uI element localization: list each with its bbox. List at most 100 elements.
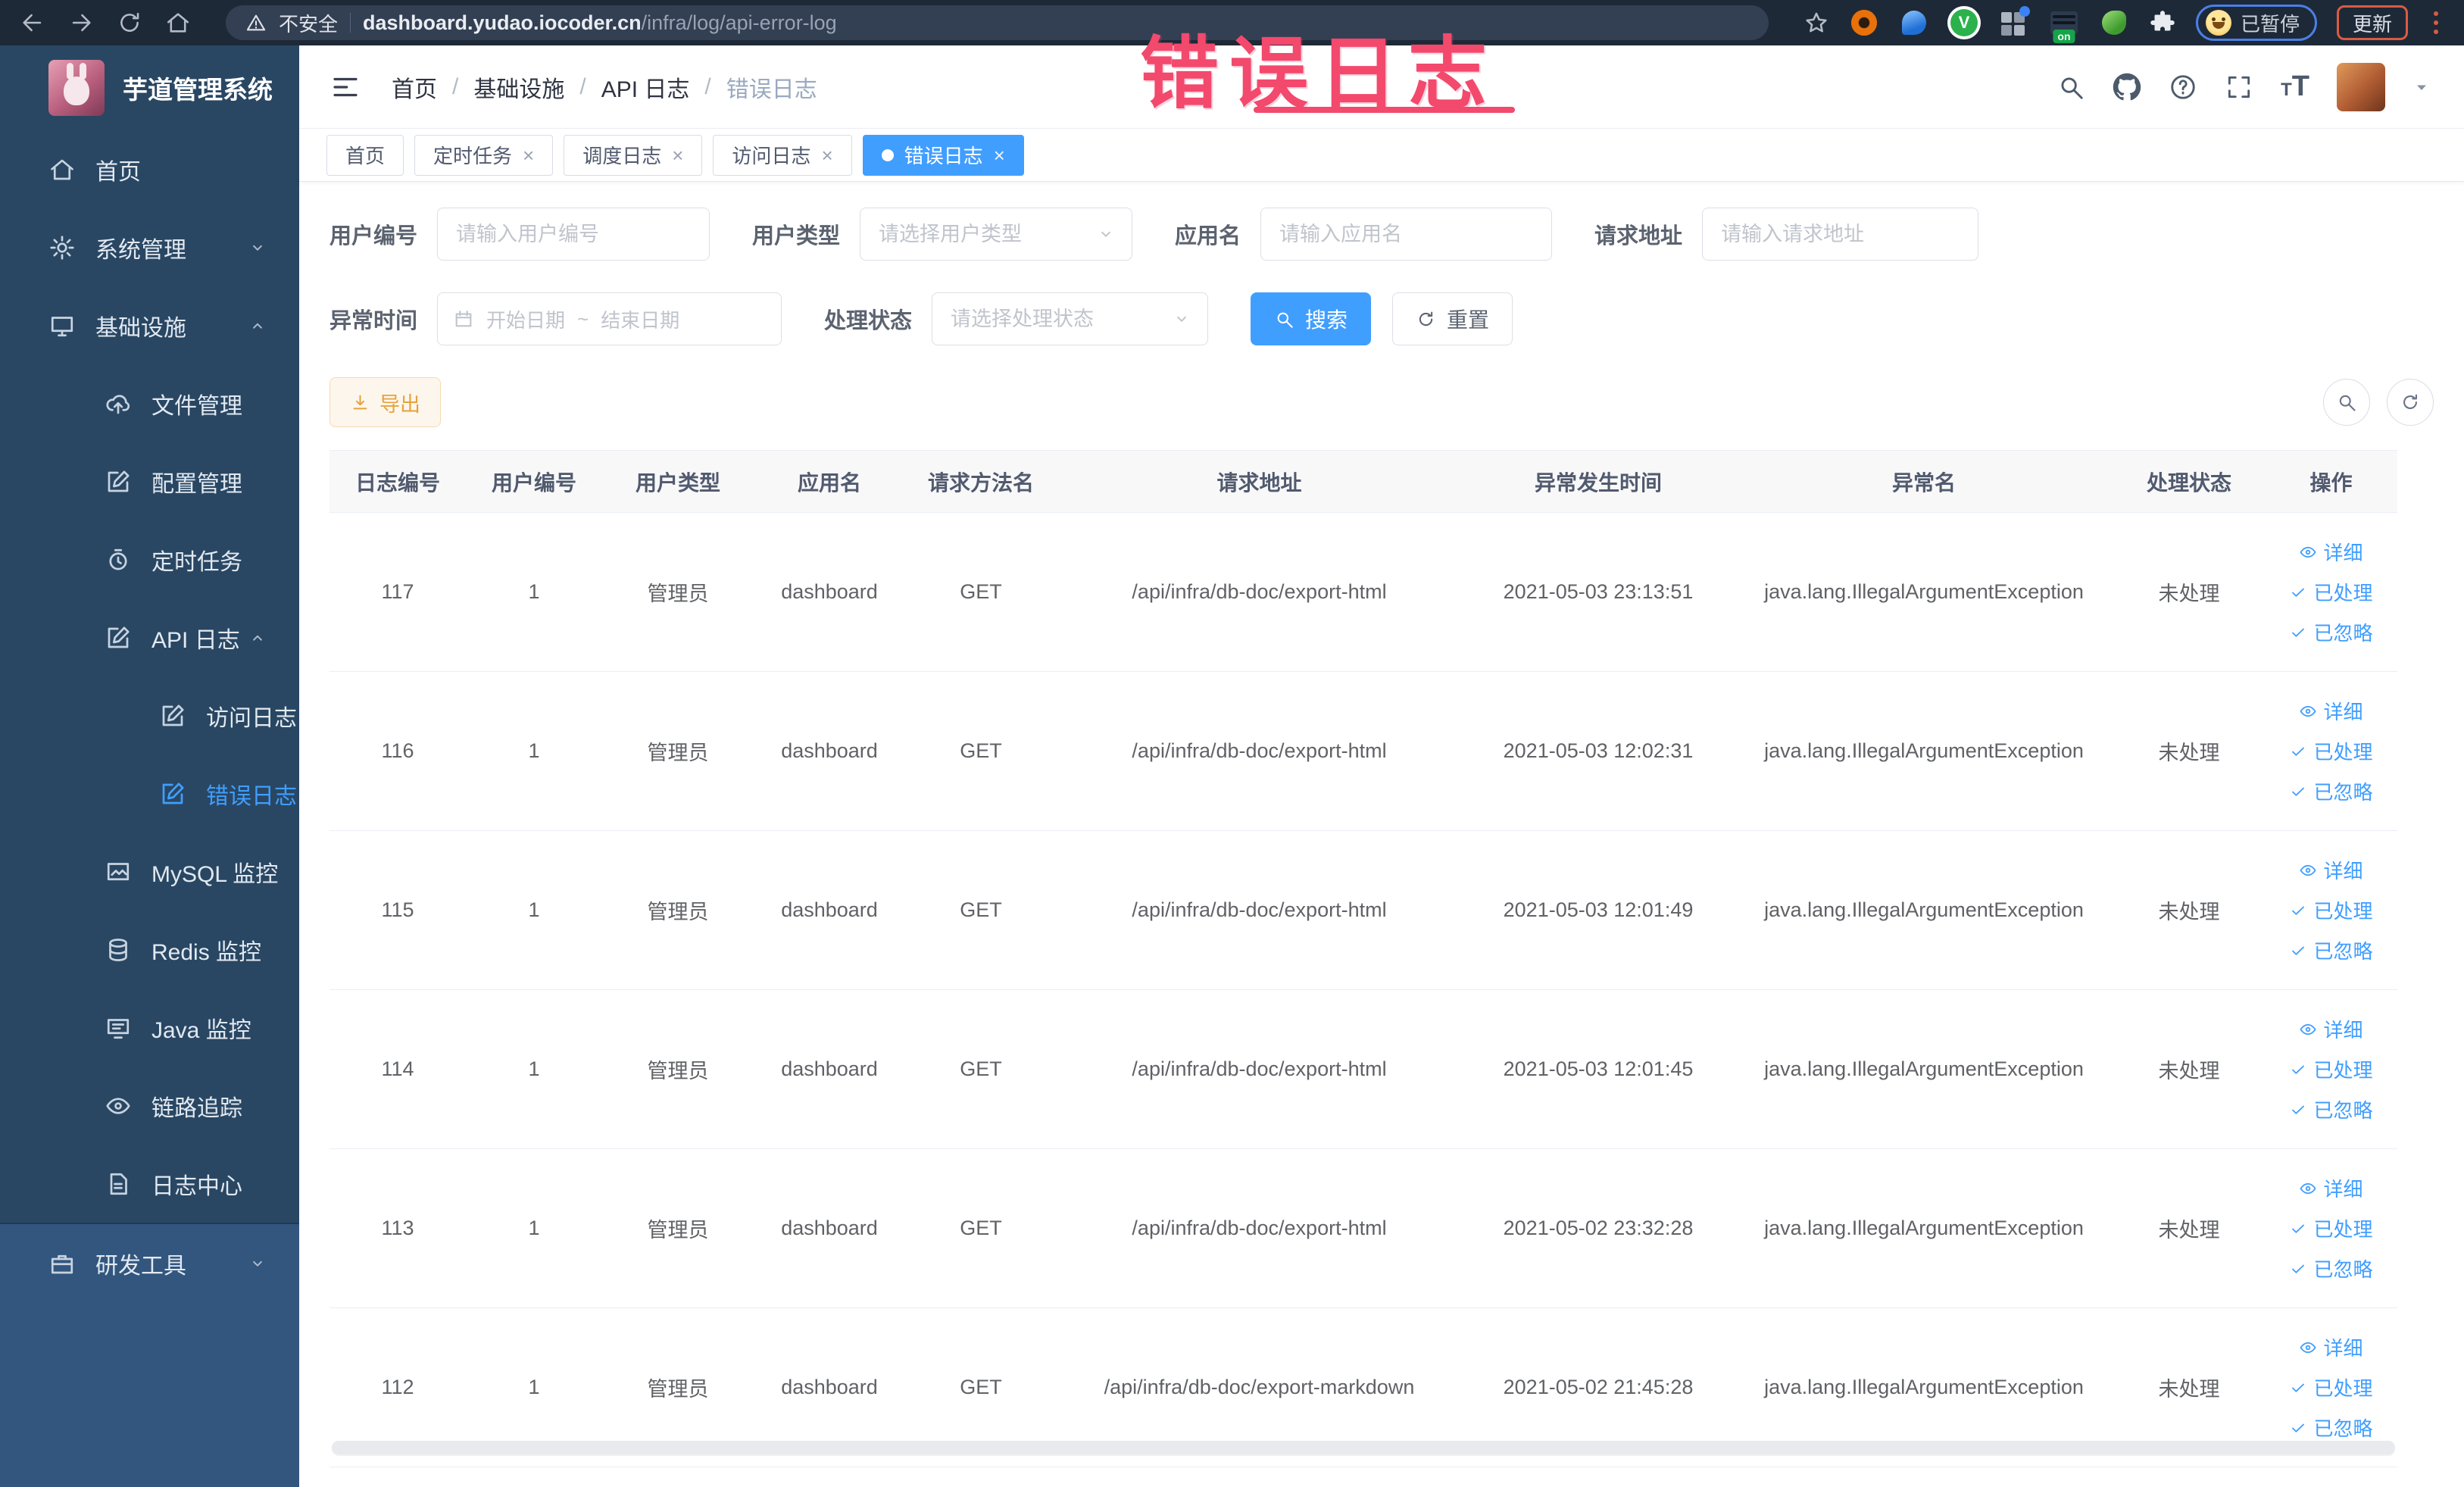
sidebar-bottom-section: 研发工具 bbox=[0, 1223, 299, 1487]
search-icon[interactable] bbox=[2056, 73, 2085, 102]
cell-actions: 详细 已处理 已忽略 bbox=[2265, 697, 2397, 805]
sidebar-collapse-icon[interactable] bbox=[329, 71, 361, 103]
browser-back-icon[interactable] bbox=[20, 10, 45, 36]
app-name-input[interactable] bbox=[1260, 208, 1553, 261]
extension-orange-icon[interactable] bbox=[1849, 8, 1879, 38]
breadcrumb-home[interactable]: 首页 bbox=[392, 70, 437, 104]
close-tab-icon[interactable]: × bbox=[523, 145, 534, 165]
url-host: dashboard.yudao.iocoder.cn bbox=[363, 11, 642, 34]
browser-menu-kebab-icon[interactable] bbox=[2428, 8, 2444, 37]
sidebar-item-日志中心[interactable]: 日志中心 bbox=[0, 1145, 299, 1223]
action-详细-link[interactable]: 详细 bbox=[2299, 1015, 2363, 1043]
sidebar-item-链路追踪[interactable]: 链路追踪 bbox=[0, 1067, 299, 1145]
sidebar-item-label: Redis 监控 bbox=[151, 939, 262, 965]
user-type-select[interactable] bbox=[860, 208, 1133, 261]
action-已处理-link[interactable]: 已处理 bbox=[2289, 578, 2373, 606]
calendar-icon bbox=[453, 308, 474, 330]
action-已处理-link[interactable]: 已处理 bbox=[2289, 1055, 2373, 1083]
sidebar-item-API 日志[interactable]: API 日志 bbox=[0, 598, 299, 676]
process-status-select[interactable] bbox=[932, 292, 1209, 345]
browser-reload-icon[interactable] bbox=[117, 10, 142, 36]
action-已忽略-link[interactable]: 已忽略 bbox=[2289, 777, 2373, 805]
github-icon[interactable] bbox=[2113, 73, 2141, 102]
action-详细-link[interactable]: 详细 bbox=[2299, 1174, 2363, 1202]
tab-定时任务[interactable]: 定时任务 × bbox=[414, 134, 554, 176]
sidebar-item-研发工具[interactable]: 研发工具 bbox=[0, 1224, 299, 1302]
cell-time: 2021-05-03 12:01:45 bbox=[1503, 1057, 1694, 1080]
cell-method: GET bbox=[960, 898, 1002, 921]
cell-app: dashboard bbox=[781, 1376, 878, 1398]
app-logo-row[interactable]: 芋道管理系统 bbox=[0, 45, 299, 130]
sidebar-item-Java 监控[interactable]: Java 监控 bbox=[0, 989, 299, 1067]
tab-首页[interactable]: 首页 bbox=[326, 134, 404, 176]
horizontal-scrollbar[interactable] bbox=[332, 1441, 2395, 1454]
export-button[interactable]: 导出 bbox=[329, 377, 441, 427]
action-详细-link[interactable]: 详细 bbox=[2299, 1333, 2363, 1361]
breadcrumb-infra[interactable]: 基础设施 bbox=[473, 70, 564, 104]
action-已忽略-link[interactable]: 已忽略 bbox=[2289, 618, 2373, 646]
check bbox=[2289, 1419, 2307, 1437]
sidebar-item-label: 配置管理 bbox=[151, 471, 242, 497]
browser-forward-icon[interactable] bbox=[68, 10, 94, 36]
request-url-input[interactable] bbox=[1702, 208, 1979, 261]
toggle-search-button[interactable] bbox=[2323, 379, 2370, 426]
sidebar-item-Redis 监控[interactable]: Redis 监控 bbox=[0, 911, 299, 989]
extensions-puzzle-icon[interactable] bbox=[2149, 9, 2176, 36]
search-button[interactable]: 搜索 bbox=[1251, 292, 1372, 345]
tab-错误日志[interactable]: 错误日志 × bbox=[862, 134, 1024, 176]
cell-id: 113 bbox=[381, 1217, 414, 1239]
fullscreen-icon[interactable] bbox=[2225, 73, 2253, 102]
user-id-input[interactable] bbox=[437, 208, 710, 261]
address-bar[interactable]: 不安全 dashboard.yudao.iocoder.cn/infra/log… bbox=[226, 5, 1769, 40]
action-已处理-link[interactable]: 已处理 bbox=[2289, 896, 2373, 924]
extension-green-leaf-icon[interactable] bbox=[2099, 8, 2129, 38]
action-已处理-link[interactable]: 已处理 bbox=[2289, 737, 2373, 765]
sidebar-item-文件管理[interactable]: 文件管理 bbox=[0, 364, 299, 442]
tab-调度日志[interactable]: 调度日志 × bbox=[564, 134, 703, 176]
close-tab-icon[interactable]: × bbox=[994, 145, 1005, 165]
check bbox=[2289, 942, 2307, 960]
extension-green-v-icon[interactable]: V bbox=[1949, 8, 1979, 38]
close-tab-icon[interactable]: × bbox=[672, 145, 683, 165]
table-row: 114 1 管理员 dashboard GET/api/infra/db-doc/exp… bbox=[329, 990, 2397, 1149]
user-menu-caret-icon[interactable] bbox=[2412, 78, 2431, 96]
exception-time-range-picker[interactable]: 开始日期 ~ 结束日期 bbox=[437, 292, 782, 345]
action-详细-link[interactable]: 详细 bbox=[2299, 856, 2363, 884]
bookmark-star-icon[interactable] bbox=[1803, 10, 1829, 36]
action-已忽略-link[interactable]: 已忽略 bbox=[2289, 1414, 2373, 1442]
sidebar-item-访问日志[interactable]: 访问日志 bbox=[0, 676, 299, 754]
profile-paused-badge[interactable]: 已暂停 bbox=[2195, 5, 2317, 41]
cell-exception: java.lang.IllegalArgumentException bbox=[1764, 1217, 2084, 1239]
reset-button[interactable]: 重置 bbox=[1392, 292, 1513, 345]
tab-访问日志[interactable]: 访问日志 × bbox=[713, 134, 852, 176]
action-已忽略-link[interactable]: 已忽略 bbox=[2289, 1254, 2373, 1282]
close-tab-icon[interactable]: × bbox=[821, 145, 832, 165]
action-已处理-link[interactable]: 已处理 bbox=[2289, 1373, 2373, 1401]
action-已忽略-link[interactable]: 已忽略 bbox=[2289, 1095, 2373, 1123]
browser-home-icon[interactable] bbox=[165, 10, 191, 36]
action-详细-link[interactable]: 详细 bbox=[2299, 538, 2363, 566]
action-详细-link[interactable]: 详细 bbox=[2299, 697, 2363, 725]
sidebar-item-基础设施[interactable]: 基础设施 bbox=[0, 286, 299, 364]
check bbox=[2289, 1379, 2307, 1397]
sidebar-item-错误日志[interactable]: 错误日志 bbox=[0, 754, 299, 833]
browser-update-button[interactable]: 更新 bbox=[2336, 5, 2408, 40]
sidebar-item-定时任务[interactable]: 定时任务 bbox=[0, 520, 299, 598]
breadcrumb: 首页 / 基础设施 / API 日志 / 错误日志 bbox=[392, 70, 817, 104]
eye-icon bbox=[2299, 702, 2317, 720]
refresh-table-button[interactable] bbox=[2387, 379, 2434, 426]
sidebar-item-MySQL 监控[interactable]: MySQL 监控 bbox=[0, 833, 299, 911]
breadcrumb-api-log[interactable]: API 日志 bbox=[601, 70, 690, 104]
sidebar-item-配置管理[interactable]: 配置管理 bbox=[0, 442, 299, 520]
extension-blue-shield-icon[interactable] bbox=[1899, 8, 1929, 38]
sidebar-item-系统管理[interactable]: 系统管理 bbox=[0, 208, 299, 286]
action-已处理-link[interactable]: 已处理 bbox=[2289, 1214, 2373, 1242]
extension-on-badge-icon[interactable]: on bbox=[2049, 8, 2079, 43]
cell-exception: java.lang.IllegalArgumentException bbox=[1764, 1376, 2084, 1398]
user-avatar[interactable] bbox=[2337, 62, 2385, 111]
help-icon[interactable] bbox=[2169, 73, 2197, 102]
font-size-icon[interactable]: TT bbox=[2281, 70, 2309, 103]
sidebar-item-首页[interactable]: 首页 bbox=[0, 130, 299, 208]
extension-grid-icon[interactable] bbox=[1999, 6, 2030, 38]
action-已忽略-link[interactable]: 已忽略 bbox=[2289, 936, 2373, 964]
